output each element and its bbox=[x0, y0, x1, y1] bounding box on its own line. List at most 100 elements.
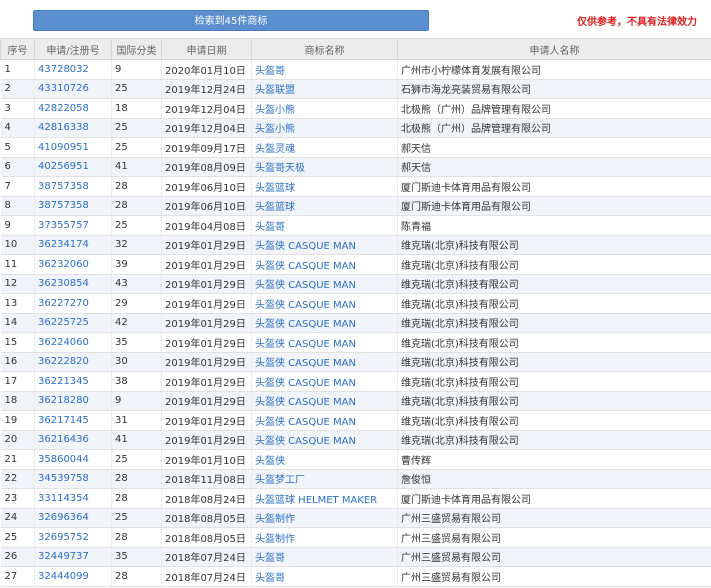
table-row[interactable]: 25 32695752 28 2018年08月05日 头盔制作 广州三盛贸易有限公司 bbox=[0, 527, 711, 548]
table-row[interactable]: 15 36224060 35 2019年01月29日 头盔侠 CASQUE MAN 维克瑞… bbox=[0, 332, 711, 353]
trademark-name-link[interactable]: 头盔侠 CASQUE MAN bbox=[251, 391, 398, 411]
registration-number-link[interactable]: 33114354 bbox=[34, 488, 112, 509]
trademark-name-link[interactable]: 头盔哥 bbox=[251, 547, 398, 567]
registration-number-link[interactable]: 43728032 bbox=[34, 59, 112, 80]
trademark-name-link[interactable]: 头盔制作 bbox=[251, 508, 398, 528]
column-header-reg-no[interactable]: 申请/注册号 bbox=[34, 38, 112, 60]
trademark-name-link[interactable]: 头盔篮球 bbox=[251, 196, 398, 216]
table-row[interactable]: 23 33114354 28 2018年08月24日 头盔篮球 HELMET MAKER… bbox=[0, 488, 711, 509]
registration-number-link[interactable]: 32444099 bbox=[34, 566, 112, 587]
table-row[interactable]: 5 41090951 25 2019年09月17日 头盔灵魂 郝天信 bbox=[0, 137, 711, 158]
table-row[interactable]: 20 36216436 41 2019年01月29日 头盔侠 CASQUE MAN 维克瑞… bbox=[0, 430, 711, 450]
registration-number-link[interactable]: 42816338 bbox=[34, 118, 112, 138]
registration-number-link[interactable]: 36232060 bbox=[34, 254, 112, 275]
intl-class: 9 bbox=[111, 59, 162, 80]
trademark-name-link[interactable]: 头盔小熊 bbox=[251, 98, 398, 119]
table-row[interactable]: 18 36218280 9 2019年01月29日 头盔侠 CASQUE MAN 维克瑞(… bbox=[0, 391, 711, 411]
trademark-name-link[interactable]: 头盔篮球 HELMET MAKER bbox=[251, 488, 398, 509]
trademark-name-link[interactable]: 头盔侠 CASQUE MAN bbox=[251, 274, 398, 294]
registration-number-link[interactable]: 36217145 bbox=[34, 410, 112, 431]
row-number: 1 bbox=[0, 59, 35, 80]
table-row[interactable]: 14 36225725 42 2019年01月29日 头盔侠 CASQUE MAN 维克瑞… bbox=[0, 313, 711, 333]
search-result-button[interactable]: 检索到45件商标 bbox=[33, 10, 429, 31]
table-row[interactable]: 2 43310726 25 2019年12月24日 头盔联盟 石狮市海龙亮装贸易有限公司 bbox=[0, 79, 711, 99]
trademark-name-link[interactable]: 头盔侠 CASQUE MAN bbox=[251, 332, 398, 353]
table-row[interactable]: 24 32696364 25 2018年08月05日 头盔制作 广州三盛贸易有限公司 bbox=[0, 508, 711, 528]
registration-number-link[interactable]: 36222820 bbox=[34, 352, 112, 372]
table-row[interactable]: 11 36232060 39 2019年01月29日 头盔侠 CASQUE MAN 维克瑞… bbox=[0, 254, 711, 275]
table-row[interactable]: 16 36222820 30 2019年01月29日 头盔侠 CASQUE MAN 维克瑞… bbox=[0, 352, 711, 372]
trademark-name-link[interactable]: 头盔侠 CASQUE MAN bbox=[251, 352, 398, 372]
trademark-name-link[interactable]: 头盔制作 bbox=[251, 527, 398, 548]
table-row[interactable]: 22 34539758 28 2018年11月08日 头盔梦工厂 詹俊恒 bbox=[0, 469, 711, 489]
column-header-class[interactable]: 国际分类 bbox=[111, 38, 162, 60]
registration-number-link[interactable]: 36218280 bbox=[34, 391, 112, 411]
trademark-name-link[interactable]: 头盔灵魂 bbox=[251, 137, 398, 158]
registration-number-link[interactable]: 36227270 bbox=[34, 293, 112, 314]
table-row[interactable]: 21 35860044 25 2019年01月10日 头盔侠 曹传辉 bbox=[0, 449, 711, 470]
table-row[interactable]: 26 32449737 35 2018年07月24日 头盔哥 广州三盛贸易有限公司 bbox=[0, 547, 711, 567]
registration-number-link[interactable]: 37355757 bbox=[34, 215, 112, 236]
trademark-name-link[interactable]: 头盔哥 bbox=[251, 215, 398, 236]
trademark-name-link[interactable]: 头盔侠 CASQUE MAN bbox=[251, 410, 398, 431]
registration-number-link[interactable]: 42822058 bbox=[34, 98, 112, 119]
applicant-name: 詹俊恒 bbox=[397, 469, 711, 489]
trademark-name-link[interactable]: 头盔侠 CASQUE MAN bbox=[251, 371, 398, 392]
trademark-name-link[interactable]: 头盔侠 CASQUE MAN bbox=[251, 430, 398, 450]
registration-number-link[interactable]: 35860044 bbox=[34, 449, 112, 470]
column-header-trademark-name[interactable]: 商标名称 bbox=[251, 38, 398, 60]
registration-number-link[interactable]: 40256951 bbox=[34, 157, 112, 177]
trademark-name-link[interactable]: 头盔侠 CASQUE MAN bbox=[251, 293, 398, 314]
trademark-name-link[interactable]: 头盔侠 CASQUE MAN bbox=[251, 254, 398, 275]
registration-number-link[interactable]: 41090951 bbox=[34, 137, 112, 158]
table-row[interactable]: 3 42822058 18 2019年12月04日 头盔小熊 北极熊（广州）品牌管理有限公… bbox=[0, 98, 711, 119]
column-header-no[interactable]: 序号 bbox=[0, 38, 35, 60]
table-row[interactable]: 10 36234174 32 2019年01月29日 头盔侠 CASQUE MAN 维克瑞… bbox=[0, 235, 711, 255]
table-row[interactable]: 4 42816338 25 2019年12月04日 头盔小熊 北极熊（广州）品牌管理有限公… bbox=[0, 118, 711, 138]
registration-number-link[interactable]: 32695752 bbox=[34, 527, 112, 548]
column-header-applicant[interactable]: 申请人名称 bbox=[397, 38, 711, 60]
table-row[interactable]: 6 40256951 41 2019年08月09日 头盔哥天极 郝天信 bbox=[0, 157, 711, 177]
table-row[interactable]: 13 36227270 29 2019年01月29日 头盔侠 CASQUE MAN 维克瑞… bbox=[0, 293, 711, 314]
trademark-name-link[interactable]: 头盔侠 CASQUE MAN bbox=[251, 235, 398, 255]
trademark-name-link[interactable]: 头盔联盟 bbox=[251, 79, 398, 99]
registration-number-link[interactable]: 36221345 bbox=[34, 371, 112, 392]
table-row[interactable]: 19 36217145 31 2019年01月29日 头盔侠 CASQUE MAN 维克瑞… bbox=[0, 410, 711, 431]
trademark-name-link[interactable]: 头盔侠 CASQUE MAN bbox=[251, 313, 398, 333]
intl-class: 28 bbox=[111, 469, 162, 489]
application-date: 2019年12月24日 bbox=[161, 79, 252, 99]
table-row[interactable]: 9 37355757 25 2019年04月08日 头盔哥 陈青福 bbox=[0, 215, 711, 236]
trademark-name-link[interactable]: 头盔小熊 bbox=[251, 118, 398, 138]
registration-number-link[interactable]: 38757358 bbox=[34, 196, 112, 216]
registration-number-link[interactable]: 36216436 bbox=[34, 430, 112, 450]
table-row[interactable]: 8 38757358 28 2019年06月10日 头盔篮球 厦门斯迪卡体育用品有限公司 bbox=[0, 196, 711, 216]
table-row[interactable]: 7 38757358 28 2019年06月10日 头盔篮球 厦门斯迪卡体育用品有限公司 bbox=[0, 176, 711, 197]
trademark-name-link[interactable]: 头盔哥 bbox=[251, 59, 398, 80]
row-number: 27 bbox=[0, 566, 35, 587]
application-date: 2019年01月29日 bbox=[161, 274, 252, 294]
table-row[interactable]: 12 36230854 43 2019年01月29日 头盔侠 CASQUE MAN 维克瑞… bbox=[0, 274, 711, 294]
row-number: 2 bbox=[0, 79, 35, 99]
registration-number-link[interactable]: 36224060 bbox=[34, 332, 112, 353]
table-row[interactable]: 27 32444099 28 2018年07月24日 头盔哥 广州三盛贸易有限公司 bbox=[0, 566, 711, 587]
trademark-name-link[interactable]: 头盔哥 bbox=[251, 566, 398, 587]
trademark-name-link[interactable]: 头盔哥天极 bbox=[251, 157, 398, 177]
registration-number-link[interactable]: 38757358 bbox=[34, 176, 112, 197]
registration-number-link[interactable]: 36234174 bbox=[34, 235, 112, 255]
intl-class: 25 bbox=[111, 118, 162, 138]
trademark-name-link[interactable]: 头盔侠 bbox=[251, 449, 398, 470]
trademark-name-link[interactable]: 头盔篮球 bbox=[251, 176, 398, 197]
registration-number-link[interactable]: 34539758 bbox=[34, 469, 112, 489]
application-date: 2019年01月29日 bbox=[161, 391, 252, 411]
row-number: 6 bbox=[0, 157, 35, 177]
registration-number-link[interactable]: 43310726 bbox=[34, 79, 112, 99]
column-header-date[interactable]: 申请日期 bbox=[161, 38, 252, 60]
table-row[interactable]: 1 43728032 9 2020年01月10日 头盔哥 广州市小柠檬体育发展有限公司 bbox=[0, 59, 711, 80]
table-row[interactable]: 17 36221345 38 2019年01月29日 头盔侠 CASQUE MAN 维克瑞… bbox=[0, 371, 711, 392]
row-number: 13 bbox=[0, 293, 35, 314]
registration-number-link[interactable]: 36225725 bbox=[34, 313, 112, 333]
trademark-name-link[interactable]: 头盔梦工厂 bbox=[251, 469, 398, 489]
registration-number-link[interactable]: 32696364 bbox=[34, 508, 112, 528]
registration-number-link[interactable]: 32449737 bbox=[34, 547, 112, 567]
registration-number-link[interactable]: 36230854 bbox=[34, 274, 112, 294]
